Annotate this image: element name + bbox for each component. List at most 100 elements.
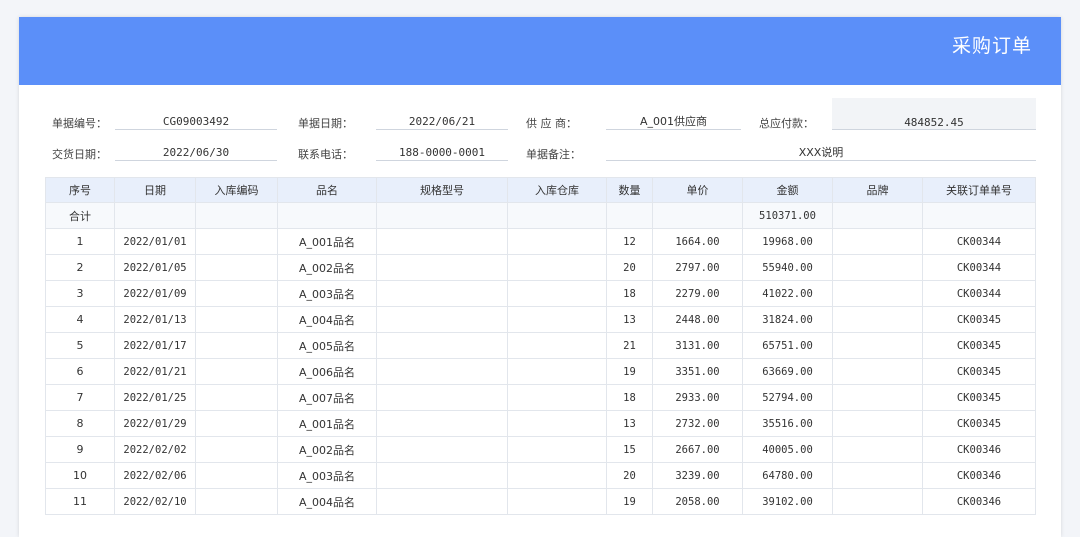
unit-price-cell[interactable]: 2058.00 <box>652 488 743 515</box>
stock-code-cell[interactable] <box>195 228 278 255</box>
amount-cell[interactable]: 52794.00 <box>742 384 833 411</box>
supplier-field[interactable]: A_001供应商 <box>606 114 741 130</box>
qty-cell[interactable]: 21 <box>606 332 653 359</box>
warehouse-cell[interactable] <box>507 254 607 281</box>
item-name-cell[interactable]: A_001品名 <box>277 228 377 255</box>
stock-code-cell[interactable] <box>195 358 278 385</box>
brand-cell[interactable] <box>832 306 923 333</box>
amount-cell[interactable]: 63669.00 <box>742 358 833 385</box>
warehouse-cell[interactable] <box>507 280 607 307</box>
table-row[interactable]: 4 2022/01/13 A_004品名 13 2448.00 31824.00 CK003… <box>45 306 1036 333</box>
warehouse-cell[interactable] <box>507 488 607 515</box>
stock-code-cell[interactable] <box>195 384 278 411</box>
col-header-spec[interactable]: 规格型号 <box>376 177 508 203</box>
stock-code-cell[interactable] <box>195 306 278 333</box>
table-row[interactable]: 9 2022/02/02 A_002品名 15 2667.00 40005.00 CK003… <box>45 436 1036 463</box>
date-cell[interactable]: 2022/02/02 <box>114 436 196 463</box>
date-cell[interactable]: 2022/01/21 <box>114 358 196 385</box>
related-order-cell[interactable]: CK00345 <box>922 306 1036 333</box>
stock-code-cell[interactable] <box>195 462 278 489</box>
brand-cell[interactable] <box>832 280 923 307</box>
item-name-cell[interactable]: A_006品名 <box>277 358 377 385</box>
phone-field[interactable]: 188-0000-0001 <box>376 145 508 161</box>
brand-cell[interactable] <box>832 332 923 359</box>
related-order-cell[interactable]: CK00346 <box>922 488 1036 515</box>
col-header-stock-code[interactable]: 入库编码 <box>195 177 278 203</box>
unit-price-cell[interactable]: 2797.00 <box>652 254 743 281</box>
warehouse-cell[interactable] <box>507 436 607 463</box>
related-order-cell[interactable]: CK00345 <box>922 358 1036 385</box>
warehouse-cell[interactable] <box>507 462 607 489</box>
table-row[interactable]: 8 2022/01/29 A_001品名 13 2732.00 35516.00 CK003… <box>45 410 1036 437</box>
seq-cell[interactable]: 2 <box>45 254 115 281</box>
amount-cell[interactable]: 39102.00 <box>742 488 833 515</box>
unit-price-cell[interactable]: 3239.00 <box>652 462 743 489</box>
warehouse-cell[interactable] <box>507 332 607 359</box>
amount-cell[interactable]: 35516.00 <box>742 410 833 437</box>
table-row[interactable]: 10 2022/02/06 A_003品名 20 3239.00 64780.00 CK00… <box>45 462 1036 489</box>
table-row[interactable]: 6 2022/01/21 A_006品名 19 3351.00 63669.00 CK003… <box>45 358 1036 385</box>
table-row[interactable]: 2 2022/01/05 A_002品名 20 2797.00 55940.00 CK003… <box>45 254 1036 281</box>
brand-cell[interactable] <box>832 488 923 515</box>
related-order-cell[interactable]: CK00345 <box>922 332 1036 359</box>
item-name-cell[interactable]: A_005品名 <box>277 332 377 359</box>
amount-cell[interactable]: 65751.00 <box>742 332 833 359</box>
amount-cell[interactable]: 41022.00 <box>742 280 833 307</box>
related-order-cell[interactable]: CK00344 <box>922 254 1036 281</box>
col-header-qty[interactable]: 数量 <box>606 177 653 203</box>
date-cell[interactable]: 2022/01/05 <box>114 254 196 281</box>
seq-cell[interactable]: 7 <box>45 384 115 411</box>
spec-cell[interactable] <box>376 254 508 281</box>
related-order-cell[interactable]: CK00345 <box>922 410 1036 437</box>
warehouse-cell[interactable] <box>507 358 607 385</box>
brand-cell[interactable] <box>832 358 923 385</box>
related-order-cell[interactable]: CK00345 <box>922 384 1036 411</box>
brand-cell[interactable] <box>832 436 923 463</box>
table-row[interactable]: 3 2022/01/09 A_003品名 18 2279.00 41022.00 CK003… <box>45 280 1036 307</box>
unit-price-cell[interactable]: 2667.00 <box>652 436 743 463</box>
item-name-cell[interactable]: A_004品名 <box>277 306 377 333</box>
seq-cell[interactable]: 11 <box>45 488 115 515</box>
amount-cell[interactable]: 31824.00 <box>742 306 833 333</box>
seq-cell[interactable]: 4 <box>45 306 115 333</box>
brand-cell[interactable] <box>832 228 923 255</box>
related-order-cell[interactable]: CK00344 <box>922 280 1036 307</box>
unit-price-cell[interactable]: 3131.00 <box>652 332 743 359</box>
date-cell[interactable]: 2022/01/13 <box>114 306 196 333</box>
table-row[interactable]: 5 2022/01/17 A_005品名 21 3131.00 65751.00 CK003… <box>45 332 1036 359</box>
qty-cell[interactable]: 13 <box>606 410 653 437</box>
stock-code-cell[interactable] <box>195 436 278 463</box>
spec-cell[interactable] <box>376 384 508 411</box>
spec-cell[interactable] <box>376 410 508 437</box>
unit-price-cell[interactable]: 3351.00 <box>652 358 743 385</box>
qty-cell[interactable]: 19 <box>606 488 653 515</box>
seq-cell[interactable]: 9 <box>45 436 115 463</box>
stock-code-cell[interactable] <box>195 280 278 307</box>
col-header-brand[interactable]: 品牌 <box>832 177 923 203</box>
related-order-cell[interactable]: CK00346 <box>922 462 1036 489</box>
warehouse-cell[interactable] <box>507 384 607 411</box>
amount-cell[interactable]: 40005.00 <box>742 436 833 463</box>
stock-code-cell[interactable] <box>195 488 278 515</box>
delivery-date-field[interactable]: 2022/06/30 <box>115 145 277 161</box>
order-no-field[interactable]: CG09003492 <box>115 114 277 130</box>
col-header-amount[interactable]: 金额 <box>742 177 833 203</box>
qty-cell[interactable]: 18 <box>606 384 653 411</box>
col-header-unit-price[interactable]: 单价 <box>652 177 743 203</box>
seq-cell[interactable]: 3 <box>45 280 115 307</box>
order-date-field[interactable]: 2022/06/21 <box>376 114 508 130</box>
brand-cell[interactable] <box>832 384 923 411</box>
stock-code-cell[interactable] <box>195 410 278 437</box>
date-cell[interactable]: 2022/01/01 <box>114 228 196 255</box>
seq-cell[interactable]: 6 <box>45 358 115 385</box>
qty-cell[interactable]: 13 <box>606 306 653 333</box>
spec-cell[interactable] <box>376 436 508 463</box>
warehouse-cell[interactable] <box>507 228 607 255</box>
col-header-item-name[interactable]: 品名 <box>277 177 377 203</box>
qty-cell[interactable]: 19 <box>606 358 653 385</box>
spec-cell[interactable] <box>376 488 508 515</box>
unit-price-cell[interactable]: 2448.00 <box>652 306 743 333</box>
brand-cell[interactable] <box>832 254 923 281</box>
qty-cell[interactable]: 12 <box>606 228 653 255</box>
item-name-cell[interactable]: A_007品名 <box>277 384 377 411</box>
